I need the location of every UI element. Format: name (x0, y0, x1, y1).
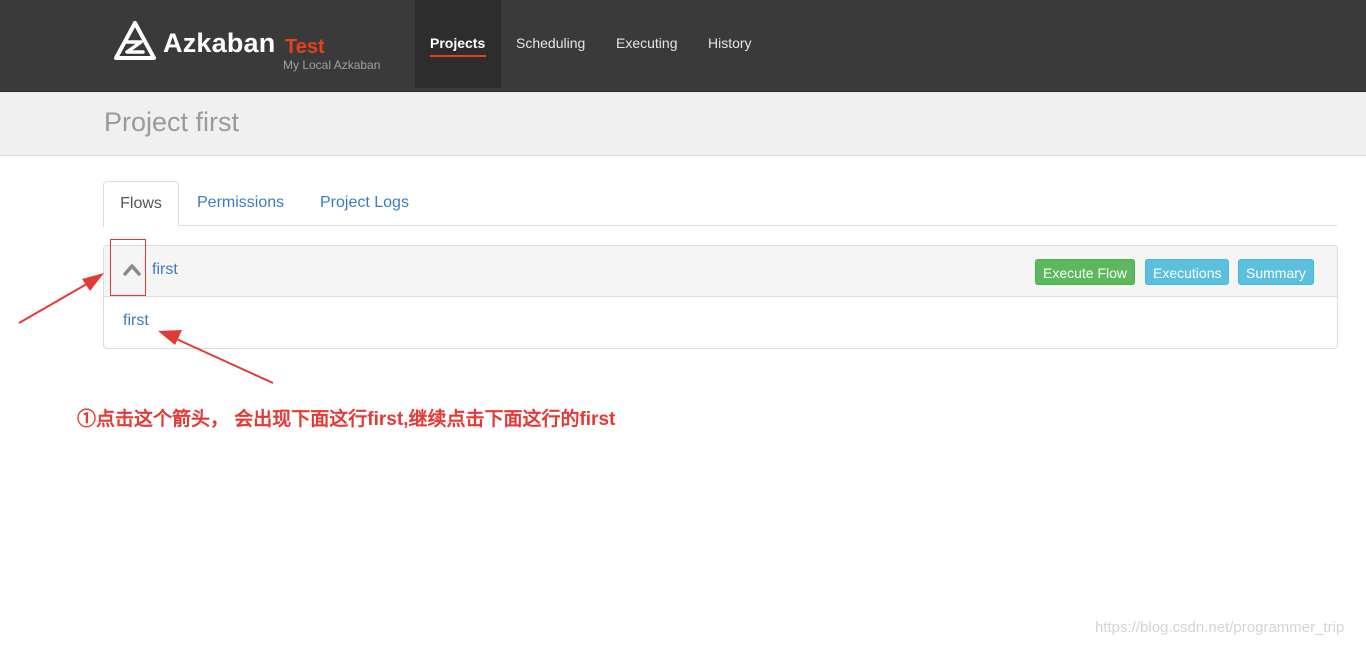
nav-item-scheduling[interactable]: Scheduling (516, 35, 585, 51)
annotation-note: ①点击这个箭头， 会出现下面这行first,继续点击下面这行的first (77, 409, 616, 430)
annotation-arrow-to-caret (18, 273, 104, 324)
execute-flow-button[interactable]: Execute Flow (1035, 259, 1136, 285)
nav-item-history[interactable]: History (708, 35, 752, 51)
nav-item-executing[interactable]: Executing (616, 35, 677, 51)
flow-name-link[interactable]: first (152, 261, 178, 279)
azkaban-logo-icon[interactable] (113, 20, 157, 64)
flow-panel: first Execute Flow Executions Summary fi… (103, 245, 1338, 349)
brand-name[interactable]: Azkaban (163, 28, 275, 59)
environment-label: Test (285, 36, 325, 58)
page-title: Project first (104, 107, 240, 137)
tab-flows[interactable]: Flows (103, 181, 179, 227)
executions-button[interactable]: Executions (1145, 259, 1230, 285)
job-link[interactable]: first (123, 312, 149, 330)
environment-subtitle: My Local Azkaban (283, 58, 381, 72)
annotation-highlight-box (110, 239, 146, 296)
summary-button[interactable]: Summary (1238, 259, 1314, 285)
flow-panel-header: first Execute Flow Executions Summary (104, 246, 1337, 297)
nav-item-projects[interactable]: Projects (430, 35, 485, 51)
tabs-divider (103, 225, 1337, 226)
nav-active-underline (430, 55, 486, 57)
top-navbar: Azkaban Test My Local Azkaban Projects S… (0, 0, 1366, 92)
watermark: https://blog.csdn.net/programmer_trip (1095, 619, 1345, 636)
tab-project-logs[interactable]: Project Logs (320, 181, 409, 225)
tab-permissions[interactable]: Permissions (197, 181, 284, 225)
